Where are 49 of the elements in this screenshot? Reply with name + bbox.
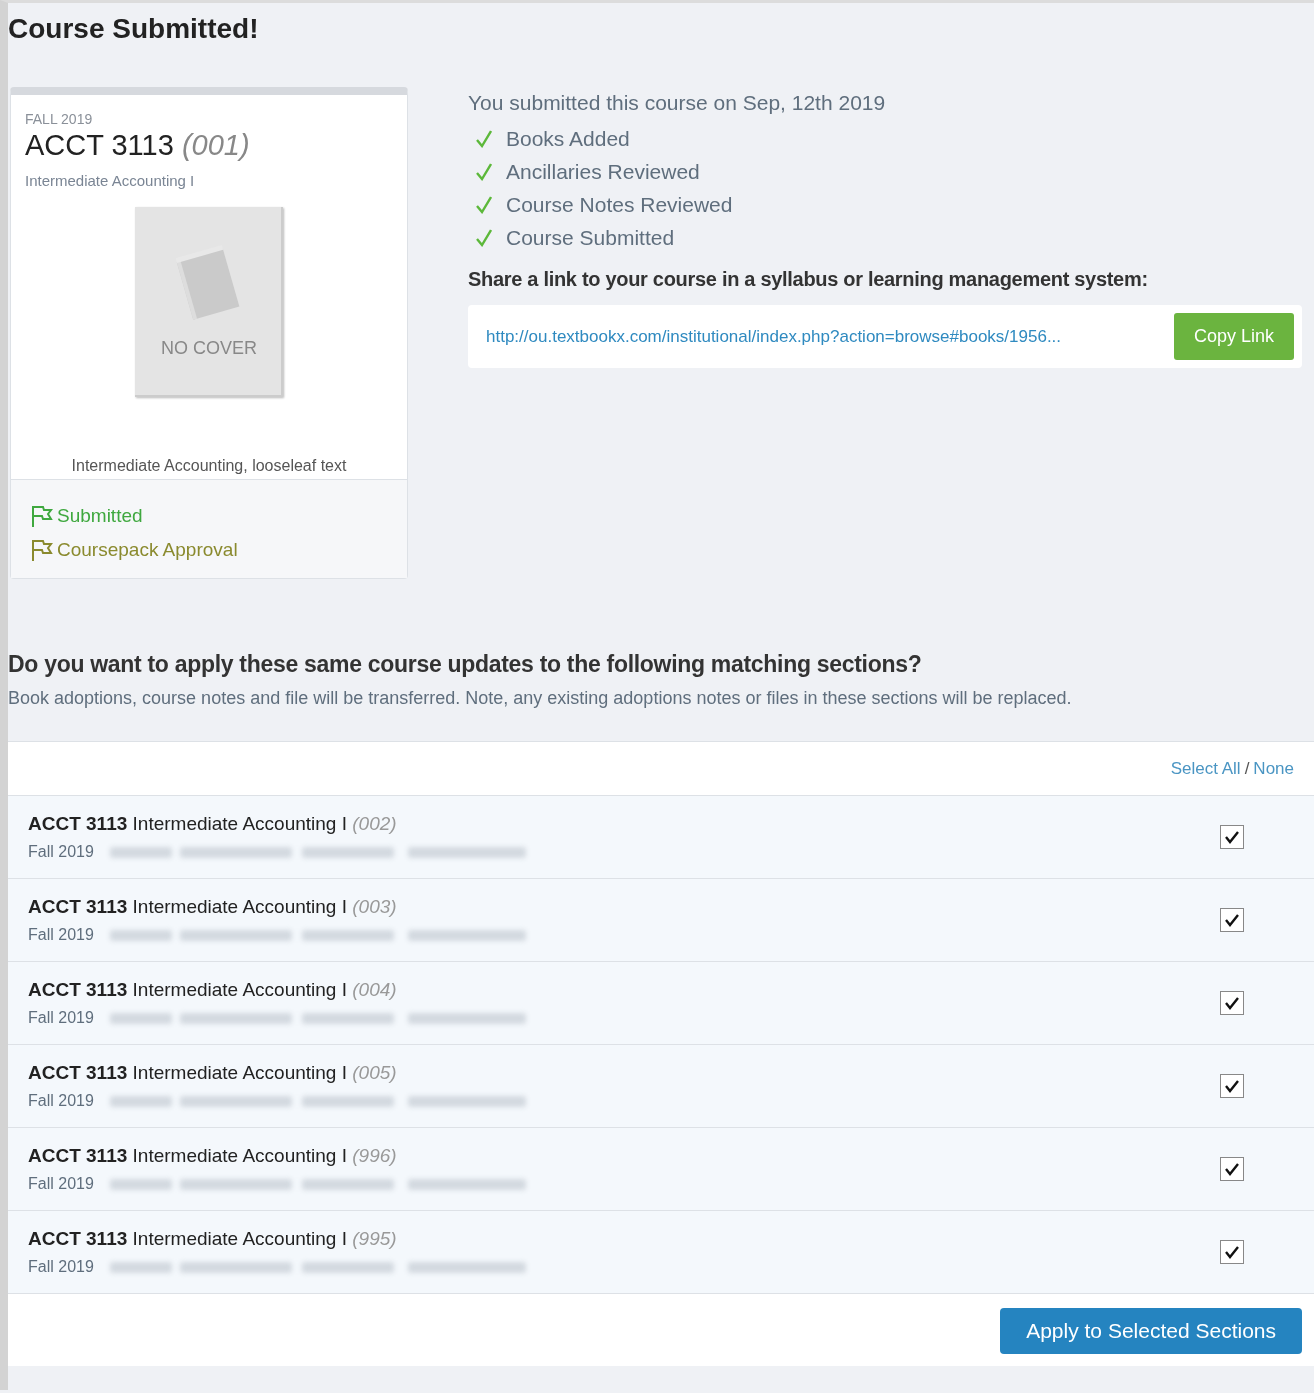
matching-note: Book adoptions, course notes and file will be transferred. Note, any existing adoptions notes or files in these sections will be replaced. — [8, 688, 1073, 709]
section-row[interactable]: ACCT 3113 Intermediate Accounting I (996) Fall 2019 — [8, 1128, 1314, 1211]
checkbox[interactable] — [1220, 991, 1244, 1015]
course-link[interactable]: http://ou.textbookx.com/institutional/index.php?action=browse#books/1956... — [486, 326, 1062, 347]
section-term: Fall 2019 — [28, 843, 94, 861]
check-mark-icon — [1224, 1079, 1240, 1093]
checklist-item: Course Submitted — [506, 226, 675, 250]
section-title: ACCT 3113 Intermediate Accounting I (005) — [28, 1062, 398, 1084]
checkbox[interactable] — [1220, 908, 1244, 932]
book-title: Intermediate Accounting, looseleaf text — [70, 457, 348, 476]
check-mark-icon — [1224, 1245, 1240, 1259]
course-name: Intermediate Accounting I — [25, 172, 196, 189]
checkbox[interactable] — [1220, 825, 1244, 849]
section-row[interactable]: ACCT 3113 Intermediate Accounting I (995) Fall 2019 — [8, 1211, 1314, 1294]
section-title: ACCT 3113 Intermediate Accounting I (996) — [28, 1145, 398, 1167]
section-title: ACCT 3113 Intermediate Accounting I (003) — [28, 896, 398, 918]
checkbox[interactable] — [1220, 1074, 1244, 1098]
check-mark-icon — [1224, 1162, 1240, 1176]
course-title: ACCT 3113 (001) — [25, 129, 251, 162]
no-cover-label: NO COVER — [161, 338, 257, 359]
check-mark-icon — [1224, 913, 1240, 927]
submitted-date-text: You submitted this course on Sep, 12th 2019 — [468, 91, 887, 115]
checkbox[interactable] — [1220, 1240, 1244, 1264]
section-title: ACCT 3113 Intermediate Accounting I (995) — [28, 1228, 398, 1250]
status-label: Coursepack Approval — [57, 539, 238, 561]
section-row[interactable]: ACCT 3113 Intermediate Accounting I (004) Fall 2019 — [8, 962, 1314, 1045]
section-term: Fall 2019 — [28, 1009, 94, 1027]
page-title: Course Submitted! — [8, 12, 260, 45]
apply-button[interactable]: Apply to Selected Sections — [1000, 1308, 1302, 1354]
check-mark-icon — [1224, 830, 1240, 844]
section-title: ACCT 3113 Intermediate Accounting I (004) — [28, 979, 398, 1001]
matching-heading: Do you want to apply these same course updates to the following matching sections? — [8, 651, 923, 678]
section-term: Fall 2019 — [28, 1092, 94, 1110]
term-label: FALL 2019 — [25, 111, 94, 127]
section-term: Fall 2019 — [28, 1258, 94, 1276]
section-row[interactable]: ACCT 3113 Intermediate Accounting I (003) Fall 2019 — [8, 879, 1314, 962]
section-title: ACCT 3113 Intermediate Accounting I (002) — [28, 813, 398, 835]
section-row[interactable]: ACCT 3113 Intermediate Accounting I (002) Fall 2019 — [8, 796, 1314, 879]
status-label: Submitted — [57, 505, 143, 527]
share-heading: Share a link to your course in a syllabus or learning management system: — [468, 268, 1149, 291]
checklist-item: Books Added — [506, 127, 630, 151]
check-mark-icon — [1224, 996, 1240, 1010]
section-term: Fall 2019 — [28, 1175, 94, 1193]
separator: / — [1244, 758, 1250, 779]
section-row[interactable]: ACCT 3113 Intermediate Accounting I (005) Fall 2019 — [8, 1045, 1314, 1128]
checkbox[interactable] — [1220, 1157, 1244, 1181]
checklist-item: Ancillaries Reviewed — [506, 160, 700, 184]
checklist-item: Course Notes Reviewed — [506, 193, 733, 217]
section-term: Fall 2019 — [28, 926, 94, 944]
